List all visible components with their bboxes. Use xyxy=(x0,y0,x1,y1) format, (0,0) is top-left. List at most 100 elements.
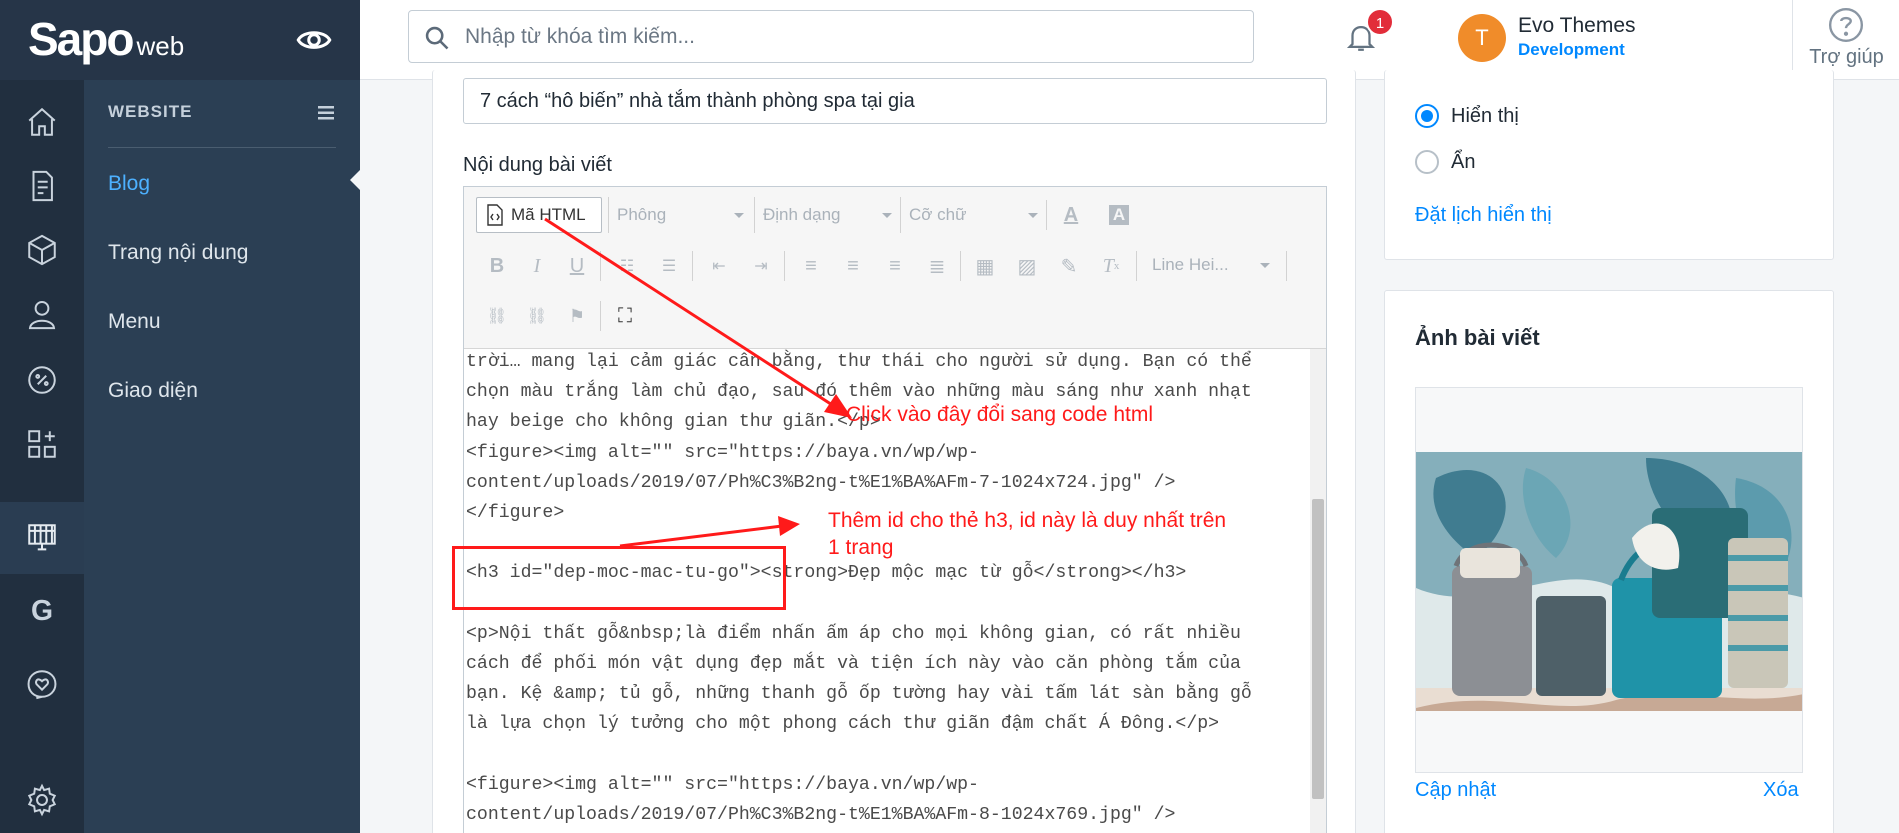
html-source-button[interactable]: Mã HTML xyxy=(476,197,602,233)
visibility-show-option[interactable]: Hiển thị xyxy=(1415,104,1519,128)
bg-color-icon[interactable]: A xyxy=(1104,200,1134,230)
chevron-down-icon xyxy=(882,213,892,218)
annotation-add-id-line1: Thêm id cho thẻ h3, id này là duy nhất t… xyxy=(828,509,1227,532)
toolbar-divider xyxy=(960,251,961,281)
align-left-icon[interactable]: ≡ xyxy=(796,251,826,281)
rail-customers[interactable] xyxy=(0,278,84,350)
sidebar-item-themes[interactable]: Giao diện xyxy=(108,379,198,403)
code-line: </figure> xyxy=(466,503,565,524)
avatar[interactable]: T xyxy=(1458,14,1506,62)
update-image-link[interactable]: Cập nhật xyxy=(1415,779,1496,802)
rail-settings[interactable] xyxy=(0,764,84,833)
post-title-input[interactable]: 7 cách “hô biến” nhà tắm thành phòng spa… xyxy=(463,78,1327,124)
radio-unselected-icon xyxy=(1415,150,1439,174)
featured-image-frame[interactable] xyxy=(1415,387,1803,773)
code-line: cách để phối món vật dụng đẹp mắt và tiệ… xyxy=(466,654,1241,675)
bullet-list-icon[interactable]: ☰ xyxy=(654,251,684,281)
code-line: <figure><img alt="" src="https://baya.vn… xyxy=(466,442,979,463)
bold-icon[interactable]: B xyxy=(482,251,512,281)
toolbar-divider xyxy=(784,251,785,281)
featured-image-card: Ảnh bài viết Cập nhật Xóa xyxy=(1384,290,1834,833)
align-center-icon[interactable]: ≡ xyxy=(838,251,868,281)
logo-bar: Sapo web xyxy=(0,0,360,80)
website-icon xyxy=(28,524,56,551)
sidebar-section-label: WEBSITE xyxy=(108,102,193,121)
sidebar-item-blog[interactable]: Blog xyxy=(108,172,150,196)
schedule-visibility-link[interactable]: Đặt lịch hiển thị xyxy=(1415,204,1552,227)
fullscreen-icon[interactable]: ⛶ xyxy=(610,301,640,331)
ordered-list-icon[interactable]: ☷ xyxy=(612,251,642,281)
post-content-card: 7 cách “hô biến” nhà tắm thành phòng spa… xyxy=(432,70,1356,833)
sidebar-item-menu[interactable]: Menu xyxy=(108,310,161,334)
rail-discounts[interactable] xyxy=(0,344,84,416)
rail-products[interactable] xyxy=(0,214,84,286)
visibility-show-label: Hiển thị xyxy=(1451,104,1519,127)
align-right-icon[interactable]: ≡ xyxy=(880,251,910,281)
unlink-icon[interactable]: ⛓ xyxy=(522,301,552,331)
code-line: content/uploads/2019/07/Ph%C3%B2ng-t%E1%… xyxy=(466,805,1176,826)
store-name[interactable]: Development xyxy=(1518,40,1625,60)
help-button[interactable]: Trợ giúp xyxy=(1792,0,1899,80)
sidebar-section-title: WEBSITE xyxy=(108,102,336,148)
notifications-button[interactable]: 1 xyxy=(1344,8,1394,60)
logo-suffix: web xyxy=(136,31,185,61)
rail-google[interactable]: G xyxy=(0,574,84,646)
chevron-down-icon xyxy=(1028,213,1038,218)
rail-website[interactable] xyxy=(0,502,84,574)
code-file-icon xyxy=(487,204,503,226)
sapo-logo[interactable]: Sapo web xyxy=(28,12,184,66)
link-icon[interactable]: ⛓ xyxy=(482,301,512,331)
format-dropdown-label: Định dạng xyxy=(763,205,841,224)
radio-selected-icon xyxy=(1415,104,1439,128)
line-height-dropdown[interactable]: Line Hei... xyxy=(1144,247,1278,283)
search-input[interactable] xyxy=(465,19,1235,55)
top-bar: 1 T Evo Themes Development Trợ giúp xyxy=(360,0,1899,80)
align-justify-icon[interactable]: ≣ xyxy=(922,251,952,281)
toolbar-divider xyxy=(600,251,601,281)
bathroom-baskets-image xyxy=(1416,388,1802,772)
size-dropdown[interactable]: Cỡ chữ xyxy=(900,197,1046,233)
scrollbar-thumb[interactable] xyxy=(1312,499,1324,799)
rail-home[interactable] xyxy=(0,86,84,158)
app-root: G Sapo web WEBSITE Blog Trang nội dung Me… xyxy=(0,0,1899,833)
image-icon[interactable]: ▨ xyxy=(1012,251,1042,281)
toolbar-divider xyxy=(600,301,601,331)
size-dropdown-label: Cỡ chữ xyxy=(909,205,967,224)
chevron-down-icon xyxy=(734,213,744,218)
eye-icon[interactable] xyxy=(296,22,332,58)
rail-orders[interactable] xyxy=(0,150,84,222)
code-line: hay beige cho không gian thư giãn.</p> xyxy=(466,412,881,433)
font-dropdown[interactable]: Phông xyxy=(608,197,752,233)
chevron-down-icon xyxy=(1260,263,1270,268)
underline-icon[interactable]: U xyxy=(562,251,592,281)
content-label: Nội dung bài viết xyxy=(463,154,612,176)
notification-badge: 1 xyxy=(1366,8,1394,36)
html-source-label: Mã HTML xyxy=(511,205,586,224)
rail-apps[interactable] xyxy=(0,408,84,480)
search-box xyxy=(408,10,1254,63)
delete-image-link[interactable]: Xóa xyxy=(1763,779,1799,802)
help-label: Trợ giúp xyxy=(1809,46,1884,68)
document-icon xyxy=(32,170,53,202)
visibility-card: Hiển thị Ẩn Đặt lịch hiển thị xyxy=(1384,70,1834,260)
italic-icon[interactable]: I xyxy=(522,251,552,281)
table-icon[interactable]: ▦ xyxy=(970,251,1000,281)
code-line: là lựa chọn lý tưởng cho một phong cách … xyxy=(466,714,1220,735)
code-scrollbar[interactable] xyxy=(1310,349,1326,833)
sidebar-item-pages[interactable]: Trang nội dung xyxy=(108,241,249,265)
user-icon xyxy=(28,300,56,330)
rail-loyalty[interactable] xyxy=(0,648,84,720)
visibility-hide-option[interactable]: Ẩn xyxy=(1415,150,1475,174)
outdent-icon[interactable]: ⇤ xyxy=(704,251,734,281)
text-color-icon[interactable]: A xyxy=(1056,200,1086,230)
user-name[interactable]: Evo Themes xyxy=(1518,14,1636,38)
format-dropdown[interactable]: Định dạng xyxy=(754,197,900,233)
anchor-flag-icon[interactable]: ⚑ xyxy=(562,301,592,331)
active-item-pointer xyxy=(350,170,360,190)
logo-text: Sapo xyxy=(28,13,134,65)
indent-icon[interactable]: ⇥ xyxy=(746,251,776,281)
clear-format-icon[interactable]: Tx xyxy=(1096,251,1126,281)
hamburger-icon[interactable] xyxy=(316,102,336,124)
toolbar-divider xyxy=(1046,200,1047,230)
brush-icon[interactable]: ✎ xyxy=(1054,251,1084,281)
